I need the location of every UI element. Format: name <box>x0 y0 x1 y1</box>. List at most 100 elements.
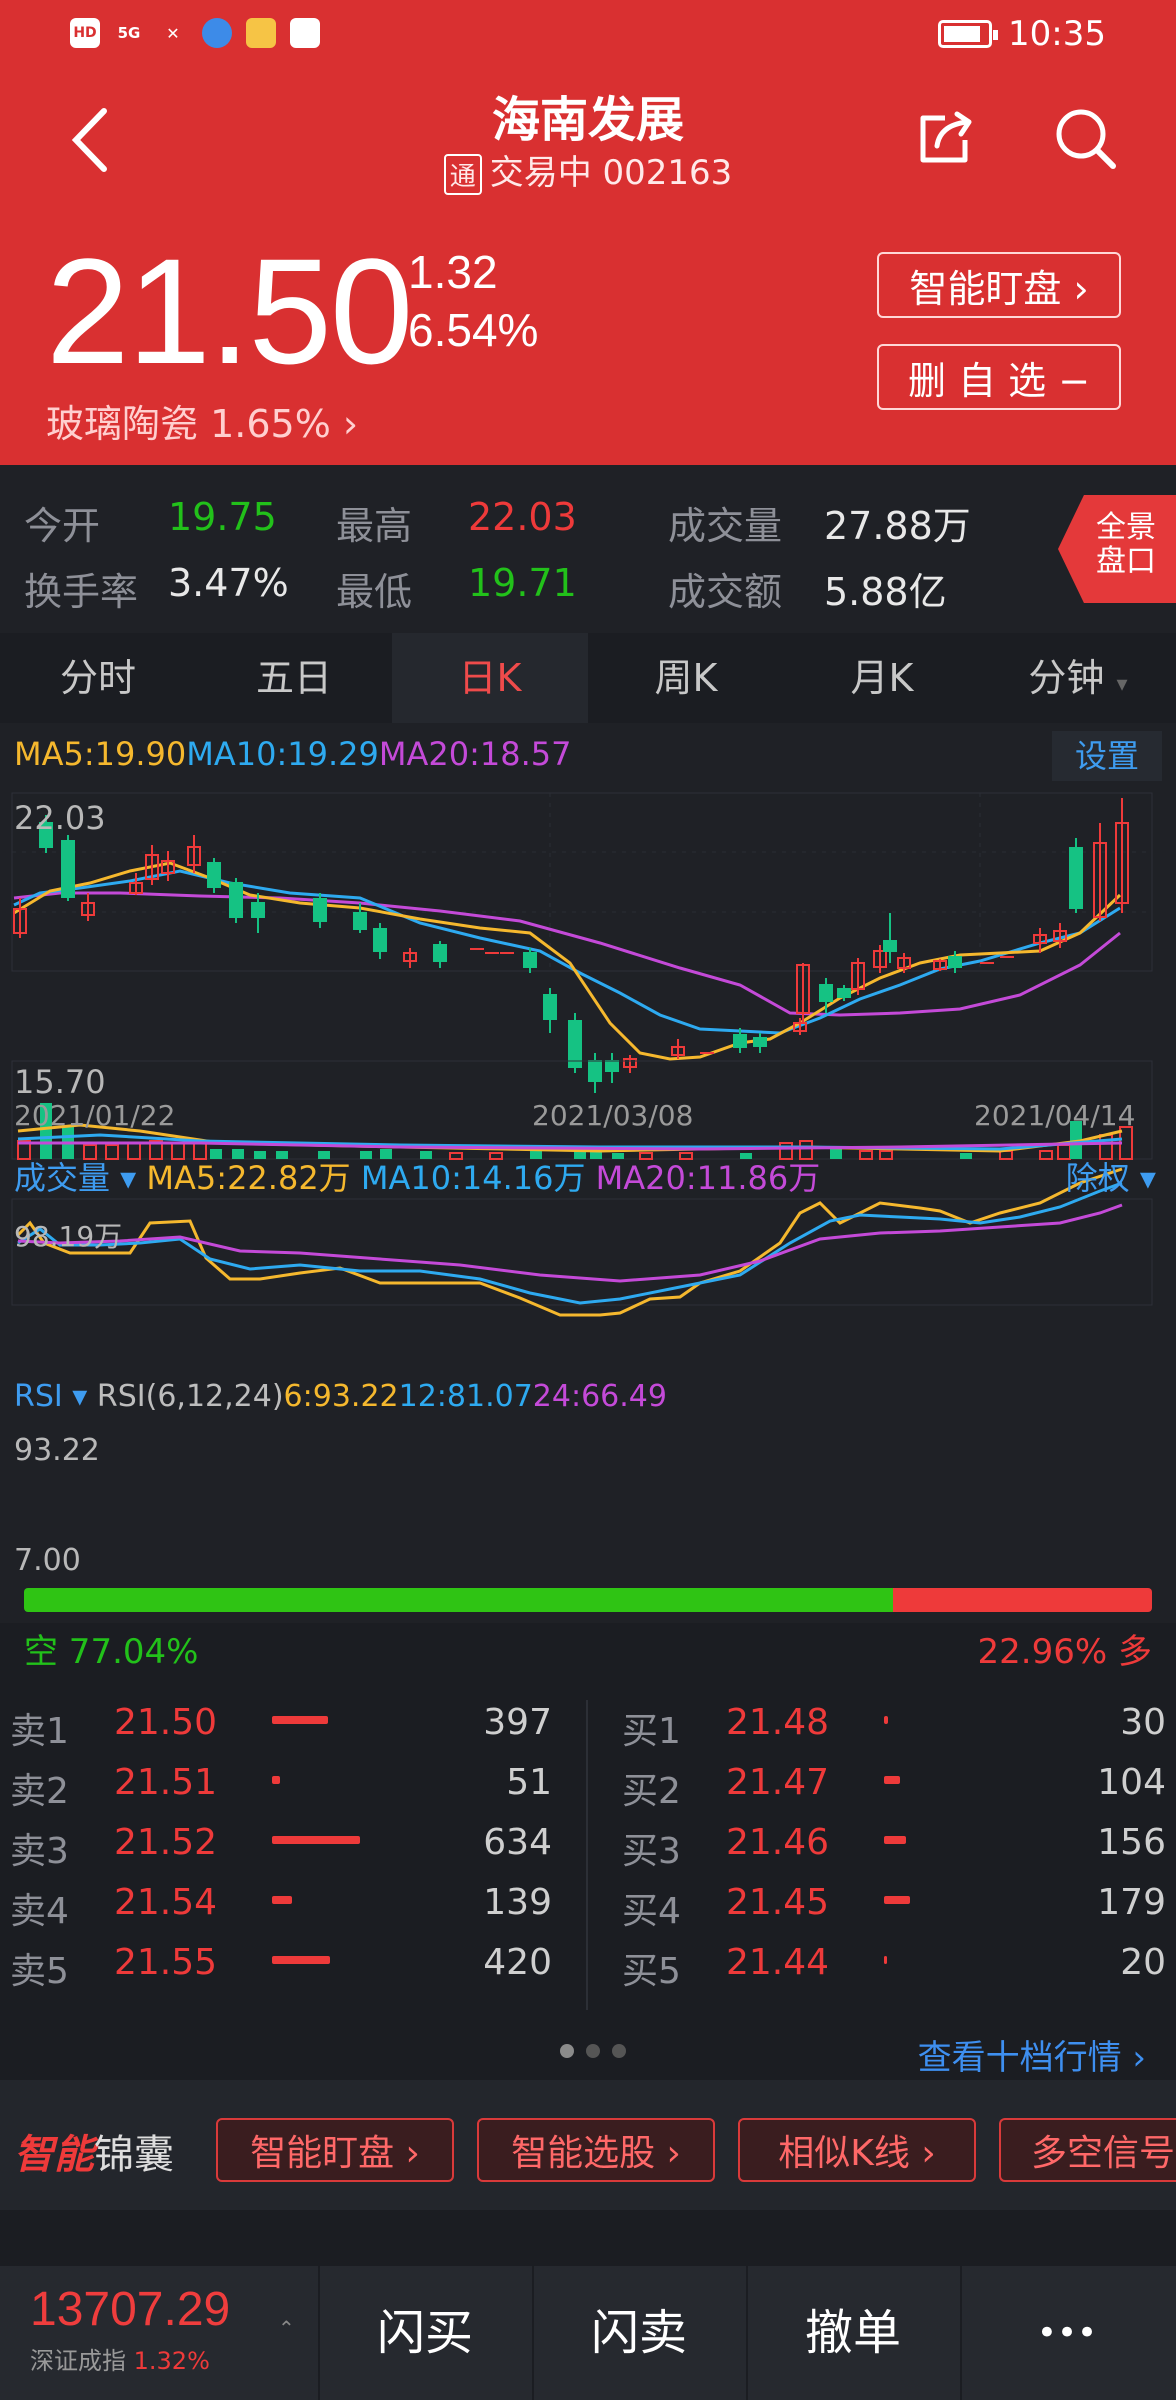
sell-1-price: 21.50 <box>114 1702 218 1743</box>
caret-down-icon: ▾ <box>1116 672 1128 697</box>
volume-value: 27.88万 <box>824 504 971 548</box>
remove-watchlist-button[interactable]: 删 自 选 − <box>877 344 1121 410</box>
clock: 10:35 <box>1008 14 1106 54</box>
sell-4-bar <box>272 1896 292 1904</box>
quick-buy-button[interactable]: 闪买 <box>318 2266 530 2400</box>
tab-daily-k[interactable]: 日K <box>392 633 588 723</box>
sell-3-price: 21.52 <box>114 1822 218 1863</box>
open-value: 19.75 <box>168 495 277 539</box>
amount-value: 5.88亿 <box>824 570 947 614</box>
buy-4-label: 买4 <box>622 1891 681 1932</box>
smart-stock-pick-button[interactable]: 智能选股 › <box>477 2118 715 2182</box>
sell-2-label: 卖2 <box>10 1771 69 1812</box>
date-label-mid: 2021/03/08 <box>532 1099 694 1132</box>
sell-5-label: 卖5 <box>10 1951 69 1992</box>
chart-tabs: 分时 五日 日K 周K 月K 分钟 ▾ <box>0 633 1176 723</box>
turnover-value: 3.47% <box>168 561 289 605</box>
smart-monitor-button[interactable]: 智能盯盘 › <box>877 252 1121 318</box>
sell-3-bar <box>272 1836 360 1844</box>
view-level10-link[interactable]: 查看十档行情 › <box>918 2030 1146 2079</box>
high-value: 22.03 <box>468 495 577 539</box>
buy-3-vol: 156 <box>1097 1822 1166 1863</box>
bull-label: 22.96% 多 <box>977 1632 1152 1672</box>
date-label-end: 2021/04/14 <box>974 1099 1136 1132</box>
rsi-dropdown[interactable]: RSI ▾ <box>14 1379 87 1414</box>
volume-dropdown[interactable]: 成交量 ▾ <box>14 1159 136 1197</box>
buy-1-price: 21.48 <box>726 1702 830 1743</box>
tab-weekly-k[interactable]: 周K <box>588 633 784 723</box>
rsi-legend: RSI ▾ RSI(6,12,24)6:93.2212:81.0724:66.4… <box>14 1379 667 1414</box>
missed-call-icon: ✕ <box>166 23 180 43</box>
sell-1-bar <box>272 1716 328 1724</box>
search-icon[interactable] <box>1053 106 1117 170</box>
page-indicator <box>560 2044 626 2058</box>
sell-5-price: 21.55 <box>114 1942 218 1983</box>
buy-2-price: 21.47 <box>726 1762 830 1803</box>
smart-toolbox: 智能锦囊 智能盯盘 › 智能选股 › 相似K线 › 多空信号 <box>0 2080 1176 2210</box>
quote-stats: 今开 19.75 最高 22.03 成交量 27.88万 换手率 3.47% 最… <box>0 465 1176 633</box>
browser-icon <box>202 18 232 48</box>
volume-legend: 成交量 ▾ MA5:22.82万 MA10:14.16万 MA20:11.86万 <box>14 1159 821 1197</box>
share-icon[interactable] <box>915 108 975 168</box>
buy-1-bar <box>884 1716 888 1724</box>
chart-area[interactable]: MA5:19.90MA10:19.29MA20:18.57 设置 22.03 1… <box>0 723 1176 1623</box>
kline-max-label: 22.03 <box>14 799 106 837</box>
buy-1-vol: 30 <box>1120 1702 1166 1743</box>
smart-monitor-tool-button[interactable]: 智能盯盘 › <box>216 2118 454 2182</box>
order-book-divider <box>586 1700 588 2010</box>
sell-1-vol: 397 <box>483 1702 552 1743</box>
sell-5-bar <box>272 1956 330 1964</box>
bear-label: 空 77.04% <box>24 1632 199 1672</box>
adjust-dropdown[interactable]: 除权 ▾ <box>1066 1153 1156 1199</box>
quick-sell-button[interactable]: 闪卖 <box>532 2266 744 2400</box>
tab-intraday[interactable]: 分时 <box>0 633 196 723</box>
buy-2-vol: 104 <box>1097 1762 1166 1803</box>
tab-monthly-k[interactable]: 月K <box>784 633 980 723</box>
chevron-right-icon: › <box>342 402 359 446</box>
buy-2-bar <box>884 1776 900 1784</box>
sell-2-vol: 51 <box>506 1762 552 1803</box>
hd-icon: HD <box>70 18 100 48</box>
status-bar: HD 5G ✕ 10:35 <box>0 0 1176 70</box>
bull-fill <box>893 1588 1152 1612</box>
sell-1-label: 卖1 <box>10 1711 69 1752</box>
trade-bar: 13707.29 深证成指 1.32% ⌃ 闪买 闪卖 撤单 ••• <box>0 2266 1176 2400</box>
buy-4-price: 21.45 <box>726 1882 830 1923</box>
buy-3-label: 买3 <box>622 1831 681 1872</box>
rsi-min-label: 7.00 <box>14 1543 81 1578</box>
bank-icon <box>290 18 320 48</box>
sell-4-price: 21.54 <box>114 1882 218 1923</box>
caret-up-icon: ⌃ <box>278 2316 295 2340</box>
smart-logo: 智能锦囊 <box>14 2132 174 2178</box>
index-ticker[interactable]: 13707.29 深证成指 1.32% <box>30 2282 230 2376</box>
buy-4-bar <box>884 1896 910 1904</box>
trading-status: 通交易中 002163 <box>0 145 1176 195</box>
sector-link[interactable]: 玻璃陶瓷 1.65% › <box>46 393 358 448</box>
buy-5-price: 21.44 <box>726 1942 830 1983</box>
date-label-start: 2021/01/22 <box>14 1099 176 1132</box>
price-change: 1.32 6.54% <box>408 246 539 356</box>
long-short-signal-button[interactable]: 多空信号 <box>999 2118 1176 2182</box>
cancel-order-button[interactable]: 撤单 <box>746 2266 958 2400</box>
buy-5-bar <box>884 1956 887 1964</box>
buy-5-vol: 20 <box>1120 1942 1166 1983</box>
sell-3-vol: 634 <box>483 1822 552 1863</box>
stock-connect-badge: 通 <box>443 154 482 195</box>
buy-1-label: 买1 <box>622 1711 681 1752</box>
similar-kline-button[interactable]: 相似K线 › <box>738 2118 976 2182</box>
stock-header: HD 5G ✕ 10:35 海南发展 通交易中 002163 21.50 1.3… <box>0 0 1176 465</box>
tab-five-day[interactable]: 五日 <box>196 633 392 723</box>
buy-3-bar <box>884 1836 906 1844</box>
kline-min-label: 15.70 <box>14 1063 106 1101</box>
current-price: 21.50 <box>46 227 413 395</box>
more-menu-button[interactable]: ••• <box>960 2266 1172 2400</box>
volume-max-label: 98.19万 <box>14 1220 123 1253</box>
app-icon <box>246 18 276 48</box>
sell-4-vol: 139 <box>483 1882 552 1923</box>
buy-4-vol: 179 <box>1097 1882 1166 1923</box>
tab-minute[interactable]: 分钟 ▾ <box>980 633 1176 723</box>
buy-2-label: 买2 <box>622 1771 681 1812</box>
bear-fill <box>24 1588 893 1612</box>
sell-4-label: 卖4 <box>10 1891 69 1932</box>
sell-3-label: 卖3 <box>10 1831 69 1872</box>
